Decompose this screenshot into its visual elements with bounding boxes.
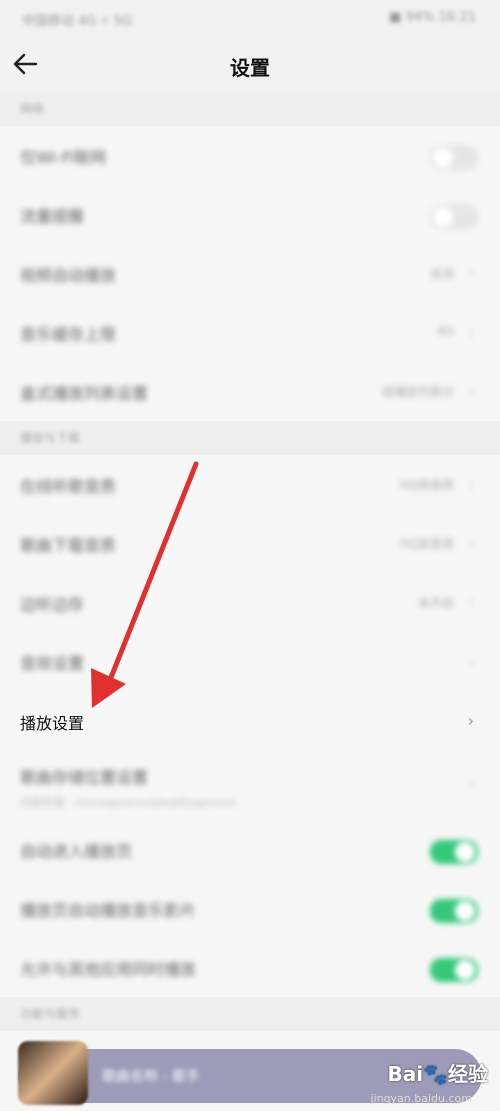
setting-label: 盒式播放列表设置 <box>20 384 149 403</box>
setting-value: HQ高音质 <box>399 478 454 492</box>
chevron-right-icon: › <box>468 595 474 611</box>
setting-label: 视频自动播放 <box>20 266 117 285</box>
setting-label: 音乐缓存上限 <box>20 325 117 344</box>
setting-row-playback-settings[interactable]: 播放设置 › <box>0 691 500 750</box>
status-bar: 中国移动 4G ⚡ 5G ■ 94% 16:21 <box>0 0 500 36</box>
setting-row-video-autoplay[interactable]: 视频自动播放 关闭 › <box>0 244 500 303</box>
setting-row-auto-enter-player[interactable]: 自动进入播放页 <box>0 820 500 879</box>
setting-value: HQ高音质 <box>399 537 454 551</box>
baidu-watermark-url: jingyan.baidu.com <box>370 1092 472 1105</box>
mini-player-track: 歌曲名称 - 歌手 <box>102 1069 200 1085</box>
setting-label: 边听边存 <box>20 595 85 614</box>
setting-value: 关闭 <box>429 267 454 281</box>
setting-row-sound-effects[interactable]: 音效设置 › <box>0 632 500 691</box>
setting-value: 按播放列表分 <box>381 385 454 399</box>
setting-row-player-autoplay-video[interactable]: 播放页自动播放音乐影片 <box>0 879 500 938</box>
setting-label: 音效设置 <box>20 654 85 673</box>
setting-label: 在线听歌音质 <box>20 477 117 496</box>
setting-row-data-reminder[interactable]: 流量提醒 <box>0 185 500 244</box>
page-title: 设置 <box>230 56 270 80</box>
toggle-switch[interactable] <box>430 205 478 229</box>
chevron-right-icon: › <box>468 536 474 552</box>
setting-row-mix-with-others[interactable]: 允许与其他应用同时播放 <box>0 938 500 997</box>
setting-label: 允许与其他应用同时播放 <box>20 960 197 979</box>
setting-label: 歌曲下载音质 <box>20 536 117 555</box>
chevron-right-icon: › <box>468 477 474 493</box>
setting-label: 流量提醒 <box>20 207 85 226</box>
setting-row-storage-location[interactable]: 歌曲存储位置设置 内部存储：/storage/emulated/0/qqmusi… <box>0 750 500 820</box>
section-header-playback: 播放与下载 <box>0 421 500 455</box>
chevron-right-icon: › <box>468 266 474 282</box>
toggle-switch[interactable] <box>430 899 478 923</box>
setting-row-download-quality[interactable]: 歌曲下载音质 HQ高音质 › <box>0 514 500 573</box>
album-cover[interactable] <box>18 1041 88 1105</box>
setting-row-playlist[interactable]: 盒式播放列表设置 按播放列表分 › <box>0 362 500 421</box>
status-right-text: ■ 94% 16:21 <box>389 10 476 25</box>
chevron-right-icon: › <box>468 325 474 341</box>
toggle-switch[interactable] <box>430 958 478 982</box>
chevron-right-icon: › <box>468 776 474 792</box>
setting-label: 自动进入播放页 <box>20 842 133 861</box>
setting-value: 未开启 <box>417 596 454 610</box>
setting-row-online-quality[interactable]: 在线听歌音质 HQ高音质 › <box>0 455 500 514</box>
chevron-right-icon: › <box>468 654 474 670</box>
setting-label: 歌曲存储位置设置 <box>20 768 149 787</box>
chevron-right-icon: › <box>468 384 474 400</box>
status-left-text: 中国移动 4G ⚡ 5G <box>22 14 133 29</box>
setting-label: 播放设置 <box>20 714 85 733</box>
section-header-services: 功能与服务 <box>0 997 500 1031</box>
setting-value: 4G <box>437 324 454 338</box>
setting-row-wifi-only[interactable]: 仅Wi-Fi联网 <box>0 126 500 185</box>
baidu-watermark-logo: Bai🐾经验 <box>387 1062 489 1086</box>
setting-sublabel: 内部存储：/storage/emulated/0/qqmusic <box>20 796 238 809</box>
setting-row-cache-limit[interactable]: 音乐缓存上限 4G › <box>0 303 500 362</box>
section-header-network: 网络 <box>0 92 500 126</box>
setting-label: 仅Wi-Fi联网 <box>20 148 107 167</box>
toggle-switch[interactable] <box>430 146 478 170</box>
header: 设置 <box>0 36 500 92</box>
setting-label: 播放页自动播放音乐影片 <box>20 901 197 920</box>
settings-list: 网络 仅Wi-Fi联网 流量提醒 视频自动播放 关闭 › 音乐缓存上限 4G ›… <box>0 92 500 1031</box>
chevron-right-icon: › <box>467 711 474 730</box>
setting-row-cache-while-play[interactable]: 边听边存 未开启 › <box>0 573 500 632</box>
toggle-switch[interactable] <box>430 840 478 864</box>
